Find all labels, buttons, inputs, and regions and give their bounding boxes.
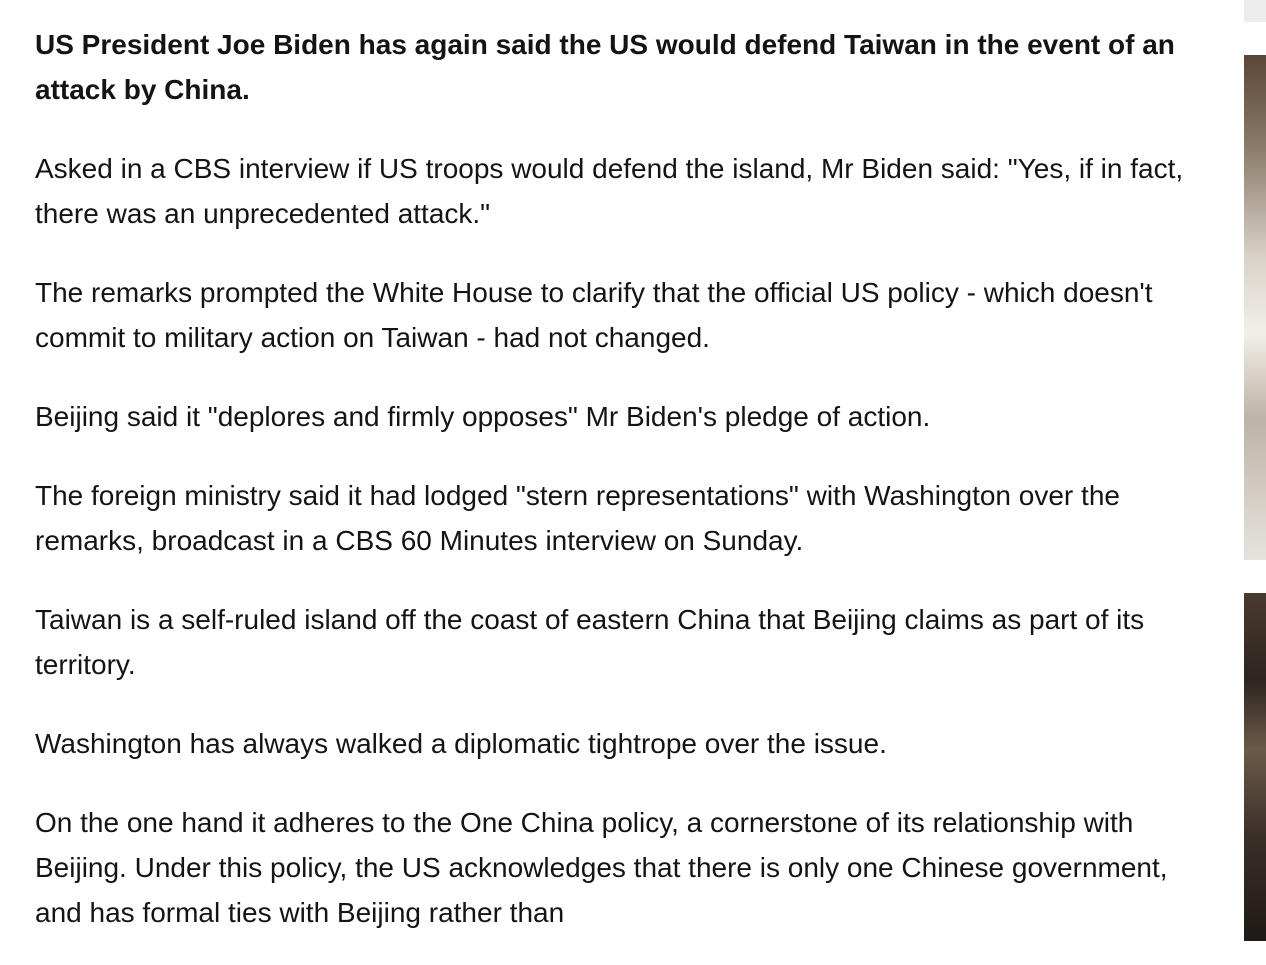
article-paragraph: The foreign ministry said it had lodged … xyxy=(35,480,1120,556)
article-body: US President Joe Biden has again said th… xyxy=(35,22,1215,935)
article-paragraph: Asked in a CBS interview if US troops wo… xyxy=(35,153,1184,229)
article-paragraph: Taiwan is a self-ruled island off the co… xyxy=(35,604,1145,680)
article-paragraph: The remarks prompted the White House to … xyxy=(35,277,1153,353)
sidebar-promo-image[interactable] xyxy=(1244,55,1266,560)
article-paragraph: Beijing said it "deplores and firmly opp… xyxy=(35,401,931,432)
article-paragraph: On the one hand it adheres to the One Ch… xyxy=(35,807,1168,928)
article-paragraph: Washington has always walked a diplomati… xyxy=(35,728,887,759)
sidebar-top-strip xyxy=(1244,0,1266,22)
sidebar-promo-image[interactable] xyxy=(1244,593,1266,941)
article-lead-paragraph: US President Joe Biden has again said th… xyxy=(35,29,1175,105)
